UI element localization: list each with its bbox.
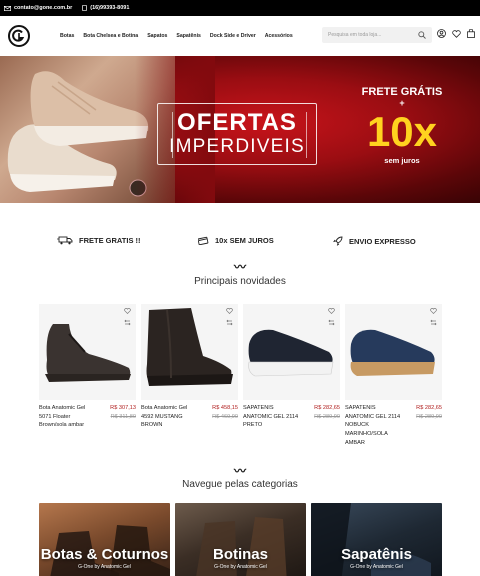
cart-icon[interactable]: [467, 29, 475, 38]
sneakers-illustration-icon: [7, 71, 149, 197]
category-label: Botas & Coturnos: [40, 546, 169, 563]
wishlist-heart-icon[interactable]: [226, 308, 233, 314]
product-price: R$ 282,65: [314, 405, 340, 411]
product-actions: [124, 308, 131, 326]
product-info: SAPATENIS ANATOMIC GEL 2114 PRETO R$ 282…: [243, 404, 340, 430]
benefit-express-label: ENVIO EXPRESSO: [349, 236, 416, 246]
sneaker-navy-icon: [350, 329, 435, 376]
compare-icon[interactable]: [124, 319, 131, 326]
user-icon[interactable]: [437, 29, 446, 38]
benefit-installments: 10x SEM JUROS: [198, 236, 274, 245]
product-card[interactable]: Bota Anatomic Gel 5071 Floater Brown/sol…: [39, 304, 136, 430]
product-prices: R$ 282,65 R$ 289,90: [314, 404, 340, 430]
category-sub: G-One by Anatomic Gel: [78, 564, 131, 570]
banner-subtitle: IMPERDIVEIS: [169, 135, 305, 157]
product-card[interactable]: Bota Anatomic Gel 4592 MUSTANG BROWN R$ …: [141, 304, 238, 430]
category-label: Botinas: [212, 546, 268, 563]
brand-logo[interactable]: [8, 25, 30, 47]
category-card-sapatenis[interactable]: Sapatênis G-One by Anatomic Gel: [311, 503, 442, 576]
product-card[interactable]: SAPATENIS ANATOMIC GEL 2114 PRETO R$ 282…: [243, 304, 340, 430]
banner-title: OFERTAS: [177, 108, 297, 136]
rocket-icon: [333, 236, 343, 246]
product-old-price: R$ 289,90: [314, 413, 340, 420]
section-title-new: Principais novidades: [194, 276, 286, 287]
product-card[interactable]: SAPATENIS ANATOMIC GEL 2114 NOBUCK MARIN…: [345, 304, 442, 447]
nav-item-botas[interactable]: Botas: [60, 33, 74, 39]
mail-icon: [4, 5, 11, 11]
product-name[interactable]: SAPATENIS ANATOMIC GEL 2114 PRETO: [243, 404, 303, 430]
banner-shoes-image: [0, 56, 215, 203]
wishlist-heart-icon[interactable]: [124, 308, 131, 314]
email-contact[interactable]: contato@gone.com.br: [4, 5, 72, 11]
product-name[interactable]: Bota Anatomic Gel 4592 MUSTANG BROWN: [141, 404, 201, 430]
product-price: R$ 282,65: [416, 405, 442, 411]
product-image[interactable]: [141, 304, 238, 400]
banner-free-shipping: FRETE GRÁTIS + 10x sem juros: [347, 86, 457, 165]
sneaker-black-icon: [248, 329, 334, 377]
product-name[interactable]: SAPATENIS ANATOMIC GEL 2114 NOBUCK MARIN…: [345, 404, 405, 447]
section-divider-icon: 〰: [233, 464, 246, 478]
product-prices: R$ 307,13 R$ 311,80: [110, 404, 136, 430]
section-divider-icon: 〰: [233, 260, 246, 274]
category-card-botas[interactable]: Botas & Coturnos G-One by Anatomic Gel: [39, 503, 170, 576]
compare-icon[interactable]: [430, 319, 437, 326]
product-old-price: R$ 311,80: [110, 413, 136, 420]
search-icon[interactable]: [418, 31, 426, 39]
site-header: Botas Bota Chelsea e Botina Sapatos Sapa…: [0, 16, 480, 56]
category-label: Sapatênis: [341, 546, 412, 563]
nav-item-sapatenis[interactable]: Sapatênis: [176, 33, 201, 39]
banner-frete-text: FRETE GRÁTIS: [361, 86, 443, 98]
product-image[interactable]: [345, 304, 442, 400]
boot-brown-icon: [45, 324, 131, 382]
wishlist-heart-icon[interactable]: [328, 308, 335, 314]
benefit-free-shipping: FRETE GRATIS !!: [57, 236, 141, 245]
search-input[interactable]: Pesquisa em toda loja...: [328, 32, 418, 38]
truck-icon: [57, 236, 73, 245]
email-text: contato@gone.com.br: [14, 5, 73, 11]
product-actions: [328, 308, 335, 326]
main-nav: Botas Bota Chelsea e Botina Sapatos Sapa…: [60, 33, 293, 39]
product-old-price: R$ 289,90: [416, 413, 442, 420]
category-sub: G-One by Anatomic Gel: [350, 564, 403, 570]
benefit-installments-label: 10x SEM JUROS: [215, 236, 274, 245]
product-info: Bota Anatomic Gel 4592 MUSTANG BROWN R$ …: [141, 404, 238, 430]
benefit-express: ENVIO EXPRESSO: [333, 236, 416, 246]
product-price: R$ 307,13: [110, 405, 136, 411]
banner-offer-frame: OFERTAS IMPERDIVEIS: [157, 103, 317, 165]
nav-item-dock-side[interactable]: Dock Side e Driver: [210, 33, 256, 39]
nav-item-sapatos[interactable]: Sapatos: [147, 33, 167, 39]
compare-icon[interactable]: [226, 319, 233, 326]
benefit-free-shipping-label: FRETE GRATIS !!: [79, 236, 141, 245]
nav-item-bota-chelsea[interactable]: Bota Chelsea e Botina: [83, 33, 138, 39]
nav-item-acessorios[interactable]: Acessórios: [265, 33, 293, 39]
compare-icon[interactable]: [328, 319, 335, 326]
wishlist-heart-icon[interactable]: [430, 308, 437, 314]
product-image[interactable]: [39, 304, 136, 400]
product-price: R$ 458,15: [212, 405, 238, 411]
logo-mark-icon: [12, 29, 25, 42]
banner-no-interest: sem juros: [384, 155, 420, 165]
product-info: SAPATENIS ANATOMIC GEL 2114 NOBUCK MARIN…: [345, 404, 442, 447]
category-sub: G-One by Anatomic Gel: [214, 564, 267, 570]
phone-icon: [82, 5, 88, 11]
product-image[interactable]: [243, 304, 340, 400]
phone-contact[interactable]: (16)99393-8091: [82, 5, 129, 11]
product-name[interactable]: Bota Anatomic Gel 5071 Floater Brown/sol…: [39, 404, 99, 430]
section-title-categories: Navegue pelas categorias: [182, 479, 298, 490]
phone-text: (16)99393-8091: [90, 5, 130, 11]
heart-icon[interactable]: [452, 29, 461, 38]
product-old-price: R$ 469,90: [212, 413, 238, 420]
product-prices: R$ 282,65 R$ 289,90: [416, 404, 442, 447]
product-actions: [430, 308, 437, 326]
category-card-botinas[interactable]: Botinas G-One by Anatomic Gel: [175, 503, 306, 576]
top-contact-bar: contato@gone.com.br (16)99393-8091: [0, 0, 480, 16]
search-bar[interactable]: Pesquisa em toda loja...: [322, 27, 432, 43]
tall-boot-icon: [146, 308, 233, 386]
product-info: Bota Anatomic Gel 5071 Floater Brown/sol…: [39, 404, 136, 430]
banner-installments: 10x: [366, 107, 438, 155]
card-icon: [198, 236, 209, 245]
product-actions: [226, 308, 233, 326]
header-icons: [437, 29, 475, 38]
product-prices: R$ 458,15 R$ 469,90: [212, 404, 238, 430]
